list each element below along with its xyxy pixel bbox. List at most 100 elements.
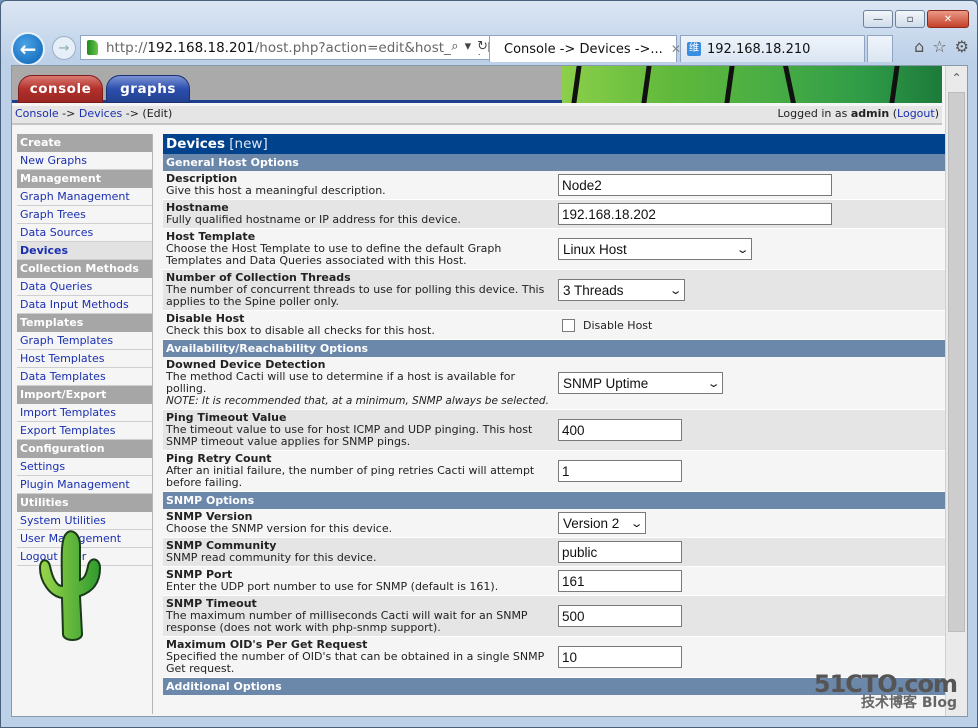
sidebar-item-import-templates[interactable]: Import Templates: [17, 404, 152, 422]
sidebar-item-graph-templates[interactable]: Graph Templates: [17, 332, 152, 350]
sidebar-item-data-input-methods[interactable]: Data Input Methods: [17, 296, 152, 314]
selected-value: Version 2: [563, 515, 620, 531]
sidebar-item-new-graphs[interactable]: New Graphs: [17, 152, 152, 170]
field-control: [558, 203, 944, 225]
breadcrumb-bar: Console -> Devices -> (Edit) Logged in a…: [12, 106, 942, 125]
login-status: Logged in as admin (Logout): [777, 107, 939, 120]
hostname-input[interactable]: [558, 203, 832, 225]
sidebar-heading-import-export: Import/Export: [17, 386, 152, 404]
gear-icon[interactable]: ⚙: [955, 37, 969, 56]
form-row-disable-host: Disable Host Check this box to disable al…: [163, 311, 947, 340]
home-icon[interactable]: ⌂: [914, 37, 924, 56]
snmp-community-input[interactable]: [558, 541, 682, 563]
star-icon[interactable]: ☆: [932, 37, 946, 56]
browser-navbar: ← → http://192.168.18.201/host.php?actio…: [9, 31, 969, 66]
field-label: SNMP Port Enter the UDP port number to us…: [166, 569, 558, 593]
sidebar-item-settings[interactable]: Settings: [17, 458, 152, 476]
breadcrumb-devices[interactable]: Devices: [79, 107, 122, 120]
field-label: Maximum OID's Per Get Request Specified t…: [166, 639, 558, 675]
sidebar-item-plugin-management[interactable]: Plugin Management: [17, 476, 152, 494]
scrollbar-thumb[interactable]: [948, 92, 965, 632]
sidebar-item-export-templates[interactable]: Export Templates: [17, 422, 152, 440]
field-control: [558, 570, 944, 592]
number-of-collection-threads-select[interactable]: 3 Threads ⌄: [558, 279, 685, 301]
snmp-port-input[interactable]: [558, 570, 682, 592]
selected-value: SNMP Uptime: [563, 375, 649, 391]
sidebar-item-devices[interactable]: Devices: [17, 242, 152, 260]
logout-link[interactable]: Logout: [897, 107, 935, 120]
tab-console[interactable]: console: [18, 75, 103, 103]
sidebar-item-host-templates[interactable]: Host Templates: [17, 350, 152, 368]
watermark: 51CTO.com 技术博客 Blog: [813, 670, 958, 711]
ping-retry-count-input[interactable]: [558, 460, 682, 482]
browser-tab[interactable]: 维 192.168.18.210: [680, 35, 865, 62]
minimize-button[interactable]: —: [863, 10, 893, 28]
tab-graphs[interactable]: graphs: [106, 75, 190, 103]
maximum-oid-s-per-get-request-input[interactable]: [558, 646, 682, 668]
cacti-favicon-icon: [87, 40, 98, 55]
breadcrumb: Console -> Devices -> (Edit): [15, 107, 173, 120]
sidebar-item-data-sources[interactable]: Data Sources: [17, 224, 152, 242]
new-tab-button[interactable]: [867, 35, 893, 62]
ping-timeout-value-input[interactable]: [558, 419, 682, 441]
field-description: Check this box to disable all checks for…: [166, 324, 435, 337]
field-description: The maximum number of milliseconds Cacti…: [166, 609, 528, 634]
address-bar[interactable]: http://192.168.18.201/host.php?action=ed…: [80, 35, 493, 60]
field-control: SNMP Uptime ⌄: [558, 372, 944, 394]
close-button[interactable]: ✕: [927, 10, 969, 28]
maximize-button[interactable]: ▫: [895, 10, 925, 28]
search-icon[interactable]: ⌕: [451, 39, 458, 54]
description-input[interactable]: [558, 174, 832, 196]
snmp-version-select[interactable]: Version 2 ⌄: [558, 512, 646, 534]
back-button[interactable]: ←: [11, 32, 45, 66]
section-header: Availability/Reachability Options: [163, 340, 947, 357]
form-row-host-template: Host Template Choose the Host Template to…: [163, 229, 947, 270]
breadcrumb-console[interactable]: Console: [15, 107, 59, 120]
field-control: 3 Threads ⌄: [558, 279, 944, 301]
cacti-logo: [38, 530, 102, 641]
field-description: The method Cacti will use to determine i…: [166, 370, 516, 395]
snmp-timeout-input[interactable]: [558, 605, 682, 627]
sidebar-heading-utilities: Utilities: [17, 494, 152, 512]
sidebar-item-data-queries[interactable]: Data Queries: [17, 278, 152, 296]
dropdown-icon[interactable]: ▾: [465, 39, 472, 54]
selected-value: Linux Host: [563, 241, 627, 257]
field-control: Disable Host: [558, 318, 944, 332]
field-control: [558, 605, 944, 627]
form-row-snmp-timeout: SNMP Timeout The maximum number of millis…: [163, 596, 947, 637]
url-scheme: http://: [106, 39, 148, 56]
form-row-downed-device-detection: Downed Device Detection The method Cacti …: [163, 357, 947, 410]
scroll-up-icon[interactable]: ⌃: [946, 66, 967, 90]
field-description: Fully qualified hostname or IP address f…: [166, 213, 461, 226]
chevron-down-icon: ⌄: [668, 284, 683, 297]
form-row-snmp-version: SNMP Version Choose the SNMP version for …: [163, 509, 947, 538]
browser-tools: ⌂ ☆ ⚙: [914, 37, 969, 56]
checkbox-label: Disable Host: [583, 318, 653, 332]
sidebar-item-graph-management[interactable]: Graph Management: [17, 188, 152, 206]
host-template-select[interactable]: Linux Host ⌄: [558, 238, 752, 260]
vertical-scrollbar[interactable]: ⌃: [945, 66, 967, 716]
field-control: Linux Host ⌄: [558, 238, 944, 260]
sidebar-item-graph-trees[interactable]: Graph Trees: [17, 206, 152, 224]
browser-window: — ▫ ✕ ← → http://192.168.18.201/host.php…: [0, 0, 978, 728]
forward-button[interactable]: →: [52, 36, 76, 60]
form-row-description: Description Give this host a meaningful d…: [163, 171, 947, 200]
field-label: Ping Retry Count After an initial failure…: [166, 453, 558, 489]
field-description: Specified the number of OID's that can b…: [166, 650, 545, 675]
sidebar-heading-create: Create: [17, 134, 152, 152]
browser-tab-active[interactable]: Console -> Devices ->... ✕: [489, 35, 681, 62]
checkbox-icon[interactable]: [562, 318, 575, 332]
form-row-number-of-collection-threads: Number of Collection Threads The number o…: [163, 270, 947, 311]
disable-host-checkbox[interactable]: Disable Host: [558, 318, 944, 332]
field-description: The timeout value to use for host ICMP a…: [166, 423, 533, 448]
sidebar-item-data-templates[interactable]: Data Templates: [17, 368, 152, 386]
field-label: Host Template Choose the Host Template to…: [166, 231, 558, 267]
field-control: [558, 460, 944, 482]
refresh-icon[interactable]: ↻: [477, 39, 488, 54]
arrow-left-icon: ←: [19, 37, 37, 61]
section-header: SNMP Options: [163, 492, 947, 509]
field-control: [558, 419, 944, 441]
sidebar-heading-collection-methods: Collection Methods: [17, 260, 152, 278]
field-label: Number of Collection Threads The number o…: [166, 272, 558, 308]
downed-device-detection-select[interactable]: SNMP Uptime ⌄: [558, 372, 723, 394]
